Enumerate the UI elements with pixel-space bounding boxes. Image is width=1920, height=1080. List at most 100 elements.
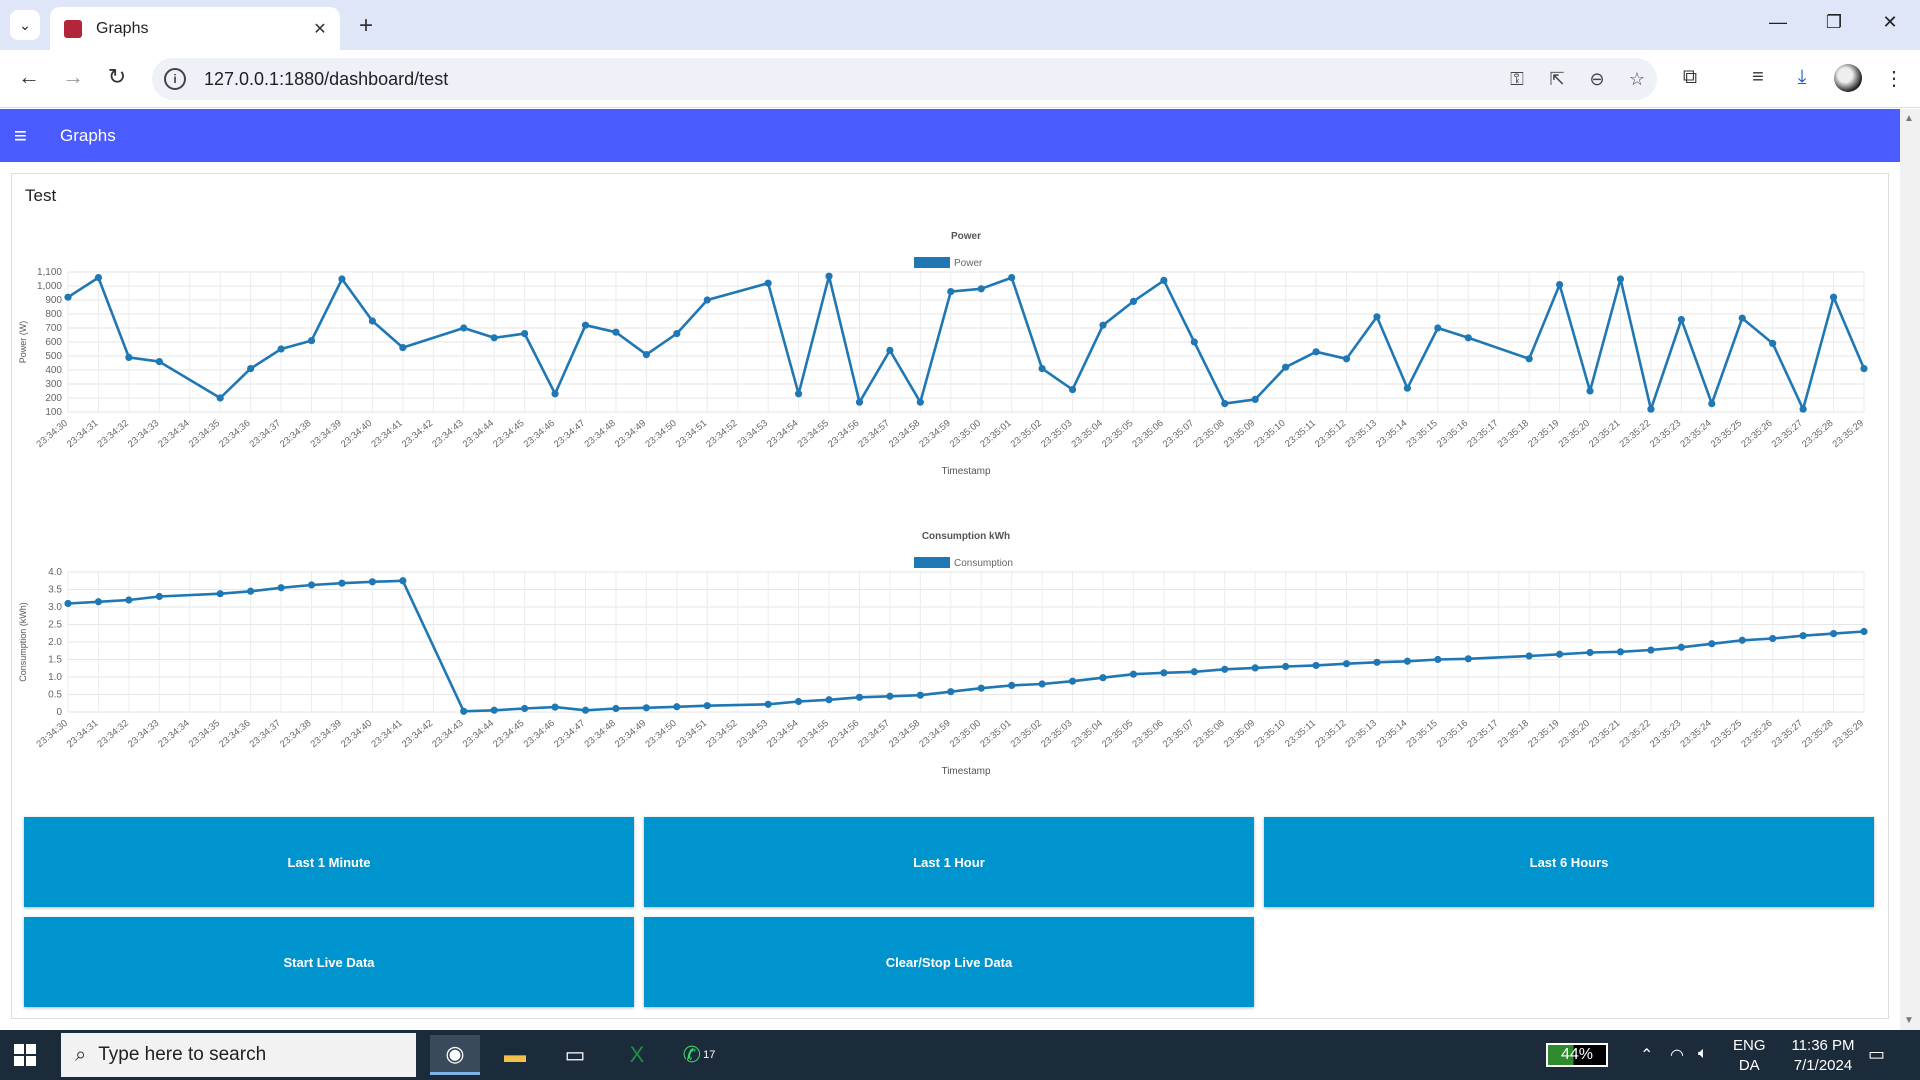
- bookmark-star-icon[interactable]: ☆: [1617, 69, 1657, 90]
- data-point: [1068, 677, 1077, 685]
- back-icon[interactable]: ←: [14, 64, 44, 90]
- x-tick-label: 23:34:45: [491, 418, 526, 450]
- x-tick-label: 23:35:21: [1587, 418, 1622, 450]
- extensions-icon[interactable]: ⧉: [1672, 66, 1708, 89]
- x-tick-label: 23:35:19: [1526, 718, 1561, 750]
- hamburger-menu-icon[interactable]: ≡: [14, 123, 40, 149]
- forward-icon[interactable]: →: [58, 64, 88, 90]
- tab-search-chevron-icon[interactable]: ⌄: [10, 10, 40, 40]
- y-tick-label: 400: [45, 365, 62, 376]
- y-tick-label: 300: [45, 379, 62, 390]
- scroll-up-icon[interactable]: ▲: [1904, 113, 1914, 124]
- browser-menu-icon[interactable]: ⋮: [1876, 66, 1912, 91]
- scroll-down-icon[interactable]: ▼: [1904, 1015, 1914, 1026]
- data-point: [1647, 646, 1655, 654]
- last-6-hours-button[interactable]: Last 6 Hours: [1264, 817, 1874, 907]
- volume-icon[interactable]: 🔈︎: [1698, 1045, 1708, 1063]
- x-tick-label: 23:34:50: [643, 718, 678, 750]
- page-scrollbar[interactable]: ▲ ▼: [1900, 109, 1920, 1030]
- x-tick-label: 23:34:43: [430, 718, 465, 750]
- data-point: [1160, 669, 1168, 677]
- chrome-taskbar-icon[interactable]: ◉: [430, 1035, 480, 1075]
- url-text[interactable]: 127.0.0.1:1880/dashboard/test: [204, 69, 1497, 90]
- x-tick-label: 23:35:09: [1222, 718, 1257, 750]
- system-clock[interactable]: 11:36 PM 7/1/2024: [1776, 1036, 1870, 1076]
- x-tick-label: 23:35:28: [1800, 718, 1835, 750]
- data-point: [247, 365, 255, 373]
- consumption-chart: Consumption kWh Consumption 0 0.5 1.0 1.5 2.0 2…: [12, 524, 1888, 799]
- data-point: [460, 707, 468, 715]
- data-point: [1708, 640, 1716, 648]
- last-1-minute-button[interactable]: Last 1 Minute: [24, 817, 634, 907]
- x-tick-label: 23:34:51: [674, 718, 709, 750]
- y-tick-label: 500: [45, 351, 62, 362]
- x-tick-label: 23:35:04: [1070, 718, 1105, 750]
- x-tick-label: 23:35:17: [1465, 418, 1500, 450]
- restore-icon[interactable]: ❐: [1814, 12, 1854, 33]
- close-tab-icon[interactable]: ✕: [308, 19, 332, 39]
- data-point: [1373, 658, 1381, 666]
- address-bar[interactable]: i 127.0.0.1:1880/dashboard/test ⚿ ⇱ ⊖ ☆: [152, 58, 1657, 100]
- data-point: [1677, 316, 1685, 324]
- x-tick-label: 23:34:51: [674, 418, 709, 450]
- new-tab-icon[interactable]: +: [352, 12, 380, 40]
- wifi-icon[interactable]: ◠: [1670, 1045, 1684, 1065]
- x-tick-label: 23:34:46: [522, 718, 557, 750]
- taskbar-search[interactable]: ⌕ Type here to search: [61, 1033, 416, 1077]
- zoom-icon[interactable]: ⊖: [1577, 69, 1617, 90]
- notification-icon[interactable]: ▭: [1868, 1044, 1885, 1065]
- data-point: [277, 345, 285, 353]
- x-tick-label: 23:35:11: [1283, 418, 1318, 450]
- x-axis-label: Timestamp: [941, 766, 991, 777]
- data-point: [794, 697, 803, 706]
- excel-taskbar-icon[interactable]: X: [612, 1035, 662, 1075]
- tray-chevron-up-icon[interactable]: ⌃: [1640, 1045, 1653, 1065]
- site-info-icon[interactable]: i: [164, 68, 186, 90]
- x-tick-label: 23:35:10: [1252, 418, 1287, 450]
- x-tick-label: 23:35:27: [1770, 418, 1805, 450]
- last-1-hour-button[interactable]: Last 1 Hour: [644, 817, 1254, 907]
- x-tick-label: 23:35:03: [1039, 718, 1074, 750]
- y-tick-label: 700: [45, 323, 62, 334]
- browser-tab[interactable]: Graphs ✕: [50, 7, 340, 50]
- language-indicator[interactable]: ENG DA: [1733, 1036, 1766, 1076]
- battery-indicator[interactable]: 44%: [1546, 1043, 1608, 1067]
- chart-title: Consumption kWh: [922, 531, 1010, 542]
- x-tick-label: 23:35:24: [1678, 418, 1713, 450]
- x-tick-label: 23:34:47: [552, 418, 587, 450]
- data-point: [551, 703, 559, 711]
- data-point: [916, 691, 924, 699]
- data-point: [1221, 665, 1229, 673]
- password-key-icon[interactable]: ⚿: [1497, 69, 1537, 90]
- media-control-icon[interactable]: ≡: [1740, 66, 1776, 89]
- data-point: [1738, 314, 1746, 322]
- x-tick-label: 23:34:49: [613, 718, 648, 750]
- data-point: [1525, 355, 1533, 363]
- data-point: [1221, 400, 1229, 408]
- data-point: [581, 321, 590, 329]
- data-point: [216, 394, 224, 402]
- close-window-icon[interactable]: ✕: [1870, 12, 1910, 33]
- profile-avatar[interactable]: [1834, 64, 1862, 92]
- clear-stop-live-data-button[interactable]: Clear/Stop Live Data: [644, 917, 1254, 1007]
- data-point: [1403, 384, 1411, 392]
- minimize-icon[interactable]: —: [1758, 12, 1798, 33]
- x-tick-label: 23:35:14: [1374, 718, 1409, 750]
- windows-start-icon[interactable]: [14, 1044, 36, 1066]
- data-point: [1160, 276, 1168, 284]
- x-tick-label: 23:34:33: [126, 718, 161, 750]
- reload-icon[interactable]: ↻: [102, 64, 132, 90]
- x-tick-label: 23:35:06: [1130, 418, 1165, 450]
- start-live-data-button[interactable]: Start Live Data: [24, 917, 634, 1007]
- data-point: [1555, 281, 1564, 289]
- whatsapp-taskbar-icon[interactable]: ✆ 17: [674, 1035, 724, 1075]
- file-explorer-taskbar-icon[interactable]: ▬: [490, 1035, 540, 1075]
- x-tick-label: 23:34:36: [217, 718, 252, 750]
- download-icon[interactable]: ⤓: [1784, 66, 1820, 89]
- open-in-app-icon[interactable]: ⇱: [1537, 69, 1577, 90]
- y-tick-label: 1.5: [48, 655, 62, 666]
- data-point: [490, 334, 498, 342]
- test-card: Test Power Power 100 200 300 400 500 600 700 800 9…: [11, 173, 1889, 1019]
- x-tick-label: 23:35:12: [1313, 718, 1348, 750]
- terminal-taskbar-icon[interactable]: ▭: [550, 1035, 600, 1075]
